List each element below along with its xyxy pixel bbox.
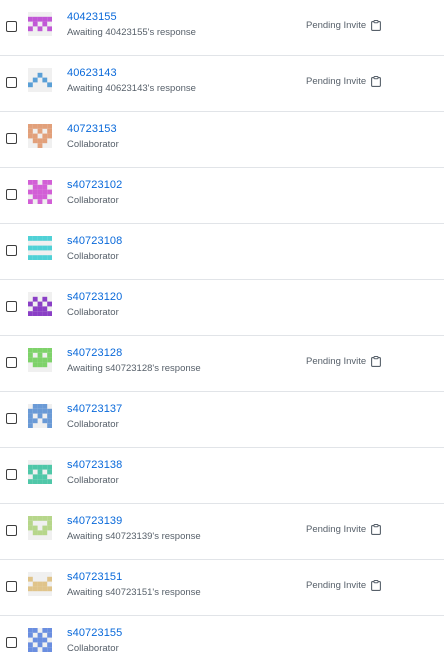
collaborator-status: Awaiting 40623143's response <box>67 83 196 94</box>
collaborator-row: s40723120 Collaborator <box>0 280 444 336</box>
avatar <box>28 348 52 372</box>
collaborator-status: Awaiting s40723151's response <box>67 587 201 598</box>
pending-invite-label: Pending Invite <box>306 524 367 535</box>
row-checkbox[interactable] <box>6 77 17 88</box>
avatar <box>28 404 52 428</box>
collaborator-status: Collaborator <box>67 195 119 206</box>
row-checkbox[interactable] <box>6 245 17 256</box>
pending-invite: Pending Invite <box>306 580 382 591</box>
row-checkbox[interactable] <box>6 301 17 312</box>
pending-invite-label: Pending Invite <box>306 580 367 591</box>
collaborator-status: Collaborator <box>67 643 119 654</box>
avatar <box>28 628 52 652</box>
avatar <box>28 12 52 36</box>
username-link[interactable]: s40723108 <box>67 235 122 247</box>
username-link[interactable]: s40723138 <box>67 459 122 471</box>
username-link[interactable]: s40723128 <box>67 347 122 359</box>
collaborator-status: Collaborator <box>67 419 119 430</box>
collaborator-status: Awaiting 40423155's response <box>67 27 196 38</box>
row-checkbox[interactable] <box>6 469 17 480</box>
collaborator-status: Awaiting s40723139's response <box>67 531 201 542</box>
clipboard-icon[interactable] <box>371 356 382 367</box>
username-link[interactable]: s40723139 <box>67 515 122 527</box>
collaborator-row: s40723151 Awaiting s40723151's response Pe… <box>0 560 444 616</box>
collaborator-row: s40723137 Collaborator <box>0 392 444 448</box>
username-link[interactable]: 40723153 <box>67 123 117 135</box>
username-link[interactable]: s40723151 <box>67 571 122 583</box>
clipboard-icon[interactable] <box>371 76 382 87</box>
pending-invite: Pending Invite <box>306 356 382 367</box>
avatar <box>28 68 52 92</box>
avatar <box>28 292 52 316</box>
pending-invite-label: Pending Invite <box>306 76 367 87</box>
collaborator-status: Awaiting s40723128's response <box>67 363 201 374</box>
collaborator-row: 40423155 Awaiting 40423155's response Pend… <box>0 0 444 56</box>
row-checkbox[interactable] <box>6 357 17 368</box>
avatar <box>28 180 52 204</box>
collaborator-row: 40623143 Awaiting 40623143's response Pend… <box>0 56 444 112</box>
row-checkbox[interactable] <box>6 189 17 200</box>
pending-invite: Pending Invite <box>306 524 382 535</box>
avatar <box>28 516 52 540</box>
collaborator-list: 40423155 Awaiting 40423155's response Pend… <box>0 0 444 672</box>
avatar <box>28 236 52 260</box>
avatar <box>28 124 52 148</box>
clipboard-icon[interactable] <box>371 524 382 535</box>
row-checkbox[interactable] <box>6 581 17 592</box>
avatar <box>28 572 52 596</box>
collaborator-status: Collaborator <box>67 307 119 318</box>
username-link[interactable]: s40723120 <box>67 291 122 303</box>
row-checkbox[interactable] <box>6 21 17 32</box>
row-checkbox[interactable] <box>6 525 17 536</box>
collaborator-status: Collaborator <box>67 475 119 486</box>
clipboard-icon[interactable] <box>371 580 382 591</box>
row-checkbox[interactable] <box>6 413 17 424</box>
pending-invite-label: Pending Invite <box>306 20 367 31</box>
clipboard-icon[interactable] <box>371 20 382 31</box>
collaborator-row: s40723102 Collaborator <box>0 168 444 224</box>
collaborator-row: s40723138 Collaborator <box>0 448 444 504</box>
row-checkbox[interactable] <box>6 133 17 144</box>
collaborator-row: s40723128 Awaiting s40723128's response Pe… <box>0 336 444 392</box>
collaborator-status: Collaborator <box>67 251 119 262</box>
pending-invite-label: Pending Invite <box>306 356 367 367</box>
username-link[interactable]: s40723137 <box>67 403 122 415</box>
pending-invite: Pending Invite <box>306 76 382 87</box>
username-link[interactable]: 40423155 <box>67 11 117 23</box>
collaborator-status: Collaborator <box>67 139 119 150</box>
username-link[interactable]: s40723155 <box>67 627 122 639</box>
collaborator-row: 40723153 Collaborator <box>0 112 444 168</box>
username-link[interactable]: s40723102 <box>67 179 122 191</box>
row-checkbox[interactable] <box>6 637 17 648</box>
pending-invite: Pending Invite <box>306 20 382 31</box>
avatar <box>28 460 52 484</box>
collaborator-row: s40723108 Collaborator <box>0 224 444 280</box>
username-link[interactable]: 40623143 <box>67 67 117 79</box>
collaborator-row: s40723139 Awaiting s40723139's response Pe… <box>0 504 444 560</box>
